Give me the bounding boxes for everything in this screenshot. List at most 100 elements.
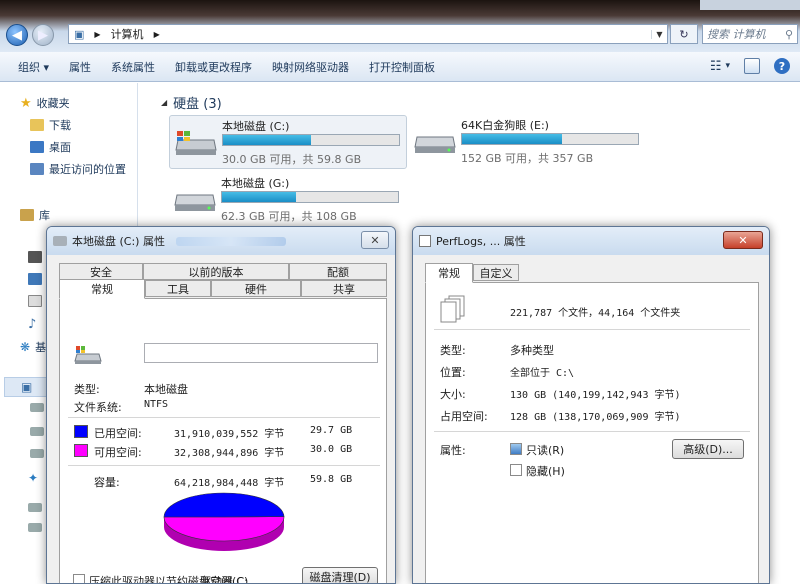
nav-drive-item[interactable] — [30, 403, 44, 412]
filesystem-label: 文件系统: — [74, 401, 122, 414]
folder-icon — [419, 235, 431, 247]
group-header-hard-drives[interactable]: ◢ 硬盘 (3) — [161, 93, 222, 112]
recent-places-icon — [30, 163, 44, 175]
blurred-title-text — [175, 236, 286, 246]
type-label: 类型: — [440, 344, 466, 357]
tab-general[interactable]: 常规 — [59, 279, 145, 299]
chevron-right-icon[interactable]: ▶ — [89, 30, 105, 39]
nav-drive-item[interactable] — [30, 427, 44, 436]
homegroup-icon: ❋ — [20, 340, 31, 354]
nav-library-item[interactable] — [28, 273, 42, 285]
advanced-button[interactable]: 高级(D)... — [672, 439, 744, 459]
search-input[interactable]: 搜索 计算机 ⚲ — [702, 24, 798, 44]
music-library-icon: ♪ — [28, 317, 37, 332]
desktop-icon — [30, 141, 44, 153]
view-icon: ☷ — [709, 58, 722, 74]
nav-item-label: 最近访问的位置 — [49, 163, 126, 176]
nav-favorites-label: 收藏夹 — [36, 97, 70, 110]
nav-drive-item[interactable] — [30, 449, 44, 458]
multiple-files-icon — [440, 295, 465, 323]
address-dropdown-icon[interactable]: ▼ — [651, 29, 667, 39]
close-button[interactable]: ✕ — [723, 231, 763, 249]
computer-icon: ▣ — [21, 380, 33, 394]
nav-item-recent[interactable]: 最近访问的位置 — [30, 161, 126, 177]
refresh-icon: ↻ — [679, 27, 689, 41]
nav-favorites[interactable]: ★ 收藏夹 — [20, 95, 70, 111]
computer-icon: ▣ — [74, 27, 85, 41]
nav-item-label: 桌面 — [49, 141, 71, 154]
dialog-title-bar[interactable]: 本地磁盘 (C:) 属性 ✕ — [47, 227, 395, 255]
type-value: 本地磁盘 — [144, 383, 188, 396]
organize-button[interactable]: 组织 ▾ — [8, 59, 59, 75]
drive-windows-icon — [74, 346, 102, 364]
tab-sharing[interactable]: 共享 — [301, 280, 387, 297]
command-toolbar: 组织 ▾ 属性 系统属性 卸载或更改程序 映射网络驱动器 打开控制面板 ☷ ▾ … — [0, 52, 800, 82]
properties-button[interactable]: 属性 — [59, 59, 101, 75]
drive-item-g[interactable]: 本地磁盘 (G:) 62.3 GB 可用，共 108 GB — [169, 173, 409, 227]
uninstall-program-button[interactable]: 卸载或更改程序 — [165, 59, 262, 75]
nav-network[interactable]: ✦ — [28, 471, 38, 485]
nav-drive-item[interactable] — [28, 503, 42, 512]
open-control-panel-button[interactable]: 打开控制面板 — [359, 59, 445, 75]
free-space-label: 可用空间: — [94, 446, 142, 459]
drive-item-c[interactable]: 本地磁盘 (C:) 30.0 GB 可用，共 59.8 GB — [169, 115, 407, 169]
address-bar[interactable]: ▣ ▶ 计算机 ▶ ▼ — [68, 24, 668, 44]
back-button[interactable]: ◀ — [6, 24, 28, 46]
drive-name: 本地磁盘 (G:) — [221, 177, 290, 190]
hard-drive-windows-icon — [175, 131, 217, 155]
nav-libraries[interactable]: 库 — [20, 207, 50, 223]
map-network-drive-button[interactable]: 映射网络驱动器 — [262, 59, 359, 75]
nav-library-item[interactable]: ♪ — [28, 317, 36, 332]
capacity-bytes: 64,218,984,448 字节 — [174, 478, 285, 489]
nav-libraries-label: 库 — [39, 209, 50, 222]
dialog-title-bar[interactable]: PerfLogs, ... 属性 ✕ — [413, 227, 769, 255]
tab-quota[interactable]: 配额 — [289, 263, 387, 280]
nav-library-item[interactable] — [28, 295, 42, 307]
drive-usage-bar — [221, 191, 399, 203]
compress-drive-label: 压缩此驱动器以节约磁盘空间(C) — [89, 575, 249, 584]
drive-space-info: 62.3 GB 可用，共 108 GB — [221, 210, 357, 223]
breadcrumb-computer[interactable]: 计算机 — [106, 26, 149, 42]
view-options-button[interactable]: ☷ ▾ — [710, 59, 730, 74]
system-properties-button[interactable]: 系统属性 — [101, 59, 165, 75]
readonly-checkbox[interactable] — [510, 443, 522, 455]
nav-drive-item[interactable] — [28, 523, 42, 532]
star-icon: ★ — [20, 95, 32, 111]
general-tab-panel: 类型: 本地磁盘 文件系统: NTFS 已用空间: 31,910,039,552 字节… — [59, 298, 387, 583]
divider — [68, 465, 380, 466]
chevron-right-icon[interactable]: ▶ — [149, 30, 165, 39]
tab-tools[interactable]: 工具 — [145, 280, 211, 297]
forward-button[interactable]: ▶ — [32, 24, 54, 46]
divider — [68, 417, 380, 418]
size-label: 大小: — [440, 388, 466, 401]
close-icon: ✕ — [738, 233, 748, 247]
disk-usage-pie — [163, 492, 285, 551]
nav-homegroup[interactable]: ❋ 基 — [20, 339, 46, 355]
preview-pane-button[interactable] — [744, 58, 760, 74]
tab-previous-versions[interactable]: 以前的版本 — [143, 263, 289, 280]
volume-label-input[interactable] — [144, 343, 378, 363]
nav-library-item[interactable] — [28, 251, 42, 263]
tab-customize[interactable]: 自定义 — [473, 264, 519, 281]
nav-item-downloads[interactable]: 下载 — [30, 117, 71, 133]
compress-drive-checkbox[interactable] — [73, 574, 85, 583]
filesystem-value: NTFS — [144, 399, 169, 410]
disk-cleanup-button[interactable]: 磁盘清理(D) — [302, 567, 378, 583]
tab-security[interactable]: 安全 — [59, 263, 143, 280]
dialog-body: 安全 以前的版本 配额 常规 工具 硬件 共享 类型: 本地磁盘 文件系统: NTF… — [47, 255, 395, 583]
used-space-bytes: 31,910,039,552 字节 — [174, 429, 285, 440]
nav-item-label: 下载 — [49, 119, 71, 132]
close-button[interactable]: ✕ — [361, 231, 389, 249]
nav-item-desktop[interactable]: 桌面 — [30, 139, 71, 155]
tab-hardware[interactable]: 硬件 — [211, 280, 301, 297]
help-button[interactable]: ? — [774, 58, 790, 74]
drive-item-e[interactable]: 64K白金狗眼 (E:) 152 GB 可用，共 357 GB — [409, 115, 649, 169]
free-space-gb: 30.0 GB — [310, 444, 353, 455]
drive-usage-bar — [222, 134, 400, 146]
drive-space-info: 152 GB 可用，共 357 GB — [461, 152, 594, 165]
tab-general[interactable]: 常规 — [425, 263, 473, 283]
refresh-button[interactable]: ↻ — [670, 24, 698, 44]
type-value: 多种类型 — [510, 344, 554, 357]
hidden-checkbox[interactable] — [510, 464, 522, 476]
window-buttons[interactable] — [700, 0, 800, 10]
